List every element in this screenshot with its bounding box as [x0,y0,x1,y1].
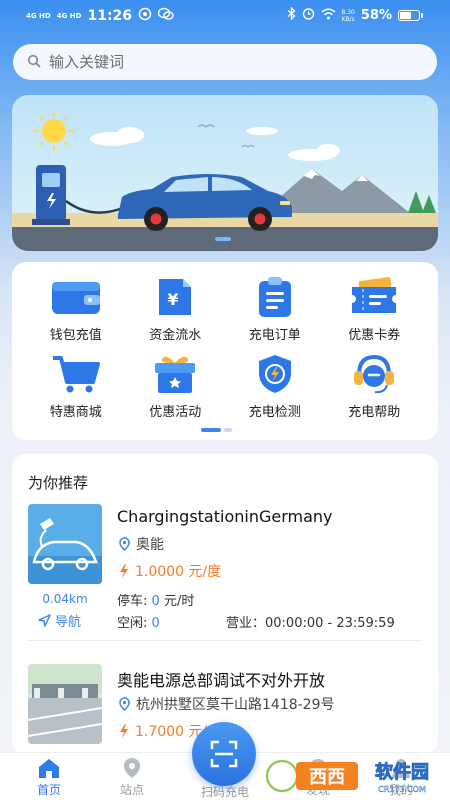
idle-count: 空闲: 0 [117,612,160,631]
station-price-text: 1.0000 元/度 [135,564,222,580]
search-input[interactable] [49,53,409,71]
battery-icon [398,10,423,21]
tab-label: 首页 [36,783,61,797]
svg-text:软件园: 软件园 [375,761,429,783]
station-distance: 0.04km [42,592,88,606]
menu-label: 特惠商城 [49,405,102,420]
headset-icon [347,353,401,395]
cloud-shapes [90,127,340,161]
shield-bolt-icon [248,353,302,395]
idle-label: 空闲: [117,616,148,631]
battery-percent: 58% [360,8,392,23]
menu-promotions[interactable]: 优惠活动 [126,353,226,420]
site-watermark: 西西 软件园 CR173.COM [265,759,429,794]
menu-special-mall[interactable]: 特惠商城 [26,353,126,420]
location-pin-icon [124,758,140,778]
yuan-bill-icon: ¥ [148,276,202,318]
menu-label: 优惠活动 [149,405,202,420]
status-time: 11:26 [87,8,133,24]
clipboard-icon [248,276,302,318]
station-location: 奥能 [119,534,164,554]
signal-sim2-icon: 4G HD [56,12,82,20]
app-notification-icon [138,7,152,25]
menu-label: 资金流水 [149,328,202,343]
navigation-arrow-icon [38,614,51,627]
banner-pagination [215,237,231,241]
station-price: 1.0000 元/度 [119,561,221,581]
parking-fee: 停车: 0 元/时 [117,590,194,609]
ticket-icon [347,276,401,318]
sun-icon [34,111,74,151]
wallet-icon [49,276,103,318]
tab-stations[interactable]: 站点 [97,757,167,798]
station-name: 奥能电源总部调试不对外开放 [117,671,326,690]
divider [28,640,422,641]
location-pin-icon [119,697,130,711]
network-speed-value: 8.30 [341,8,355,16]
network-speed: 8.30 KB/s [342,9,355,23]
gift-icon [148,353,202,395]
promo-banner[interactable] [12,95,438,251]
quick-menu: 钱包充值 ¥ 资金流水 充电订单 优惠卡券 特惠商城 优惠活动 充电检测 充电帮… [12,262,438,440]
station-location-text: 奥能 [136,537,164,553]
svg-text:CR173.COM: CR173.COM [378,785,426,794]
menu-charge-detection[interactable]: 充电检测 [225,353,325,420]
alarm-icon [302,7,315,24]
scan-icon [210,740,238,768]
menu-pagination [201,428,232,432]
menu-coupons[interactable]: 优惠卡券 [325,276,425,343]
svg-text:¥: ¥ [168,290,179,309]
search-icon [27,53,41,72]
status-bar: 4G HD 4G HD 11:26 8.30 KB/s 58% [0,0,450,32]
station-thumbnail [28,504,102,584]
search-bar[interactable] [13,44,437,80]
recommend-section: 为你推荐 ChargingstationinGermany 奥能 1.0000 … [12,454,438,754]
menu-label: 优惠卡券 [348,328,401,343]
section-title: 为你推荐 [28,474,89,492]
bolt-icon [120,564,128,578]
parking-value: 0 [151,594,160,609]
menu-label: 钱包充值 [49,328,102,343]
signal-sim1-icon: 4G HD [26,12,51,20]
charging-pile-icon [32,165,70,225]
wifi-icon [321,8,336,24]
ev-charging-illustration [12,111,438,251]
station-location: 杭州拱墅区莫干山路1418-29号 [119,694,335,714]
parking-unit: 元/时 [163,594,195,609]
business-hours: 营业：00:00:00 - 23:59:59 [226,616,395,631]
shopping-cart-icon [49,353,103,395]
home-icon [39,759,59,778]
menu-label: 充电检测 [248,405,301,420]
bluetooth-icon [287,6,296,24]
parking-label: 停车: [117,594,148,609]
tab-label: 站点 [119,783,144,797]
menu-wallet-recharge[interactable]: 钱包充值 [26,276,126,343]
menu-charge-help[interactable]: 充电帮助 [325,353,425,420]
svg-text:西西: 西西 [309,767,345,788]
wechat-icon [157,7,174,25]
navigate-button[interactable]: 导航 [38,611,81,630]
menu-charge-orders[interactable]: 充电订单 [225,276,325,343]
menu-fund-flow[interactable]: ¥ 资金流水 [126,276,226,343]
navigate-label: 导航 [55,615,82,630]
tab-home[interactable]: 首页 [14,757,84,798]
menu-label: 充电订单 [248,328,301,343]
network-speed-unit: KB/s [341,15,355,23]
menu-label: 充电帮助 [348,405,401,420]
idle-value: 0 [151,616,160,631]
location-pin-icon [119,537,130,551]
station-name: ChargingstationinGermany [117,507,333,526]
station-thumbnail [28,664,102,744]
scan-charge-button[interactable] [192,722,256,786]
bolt-icon [120,724,128,738]
station-location-text: 杭州拱墅区莫干山路1418-29号 [136,697,335,713]
